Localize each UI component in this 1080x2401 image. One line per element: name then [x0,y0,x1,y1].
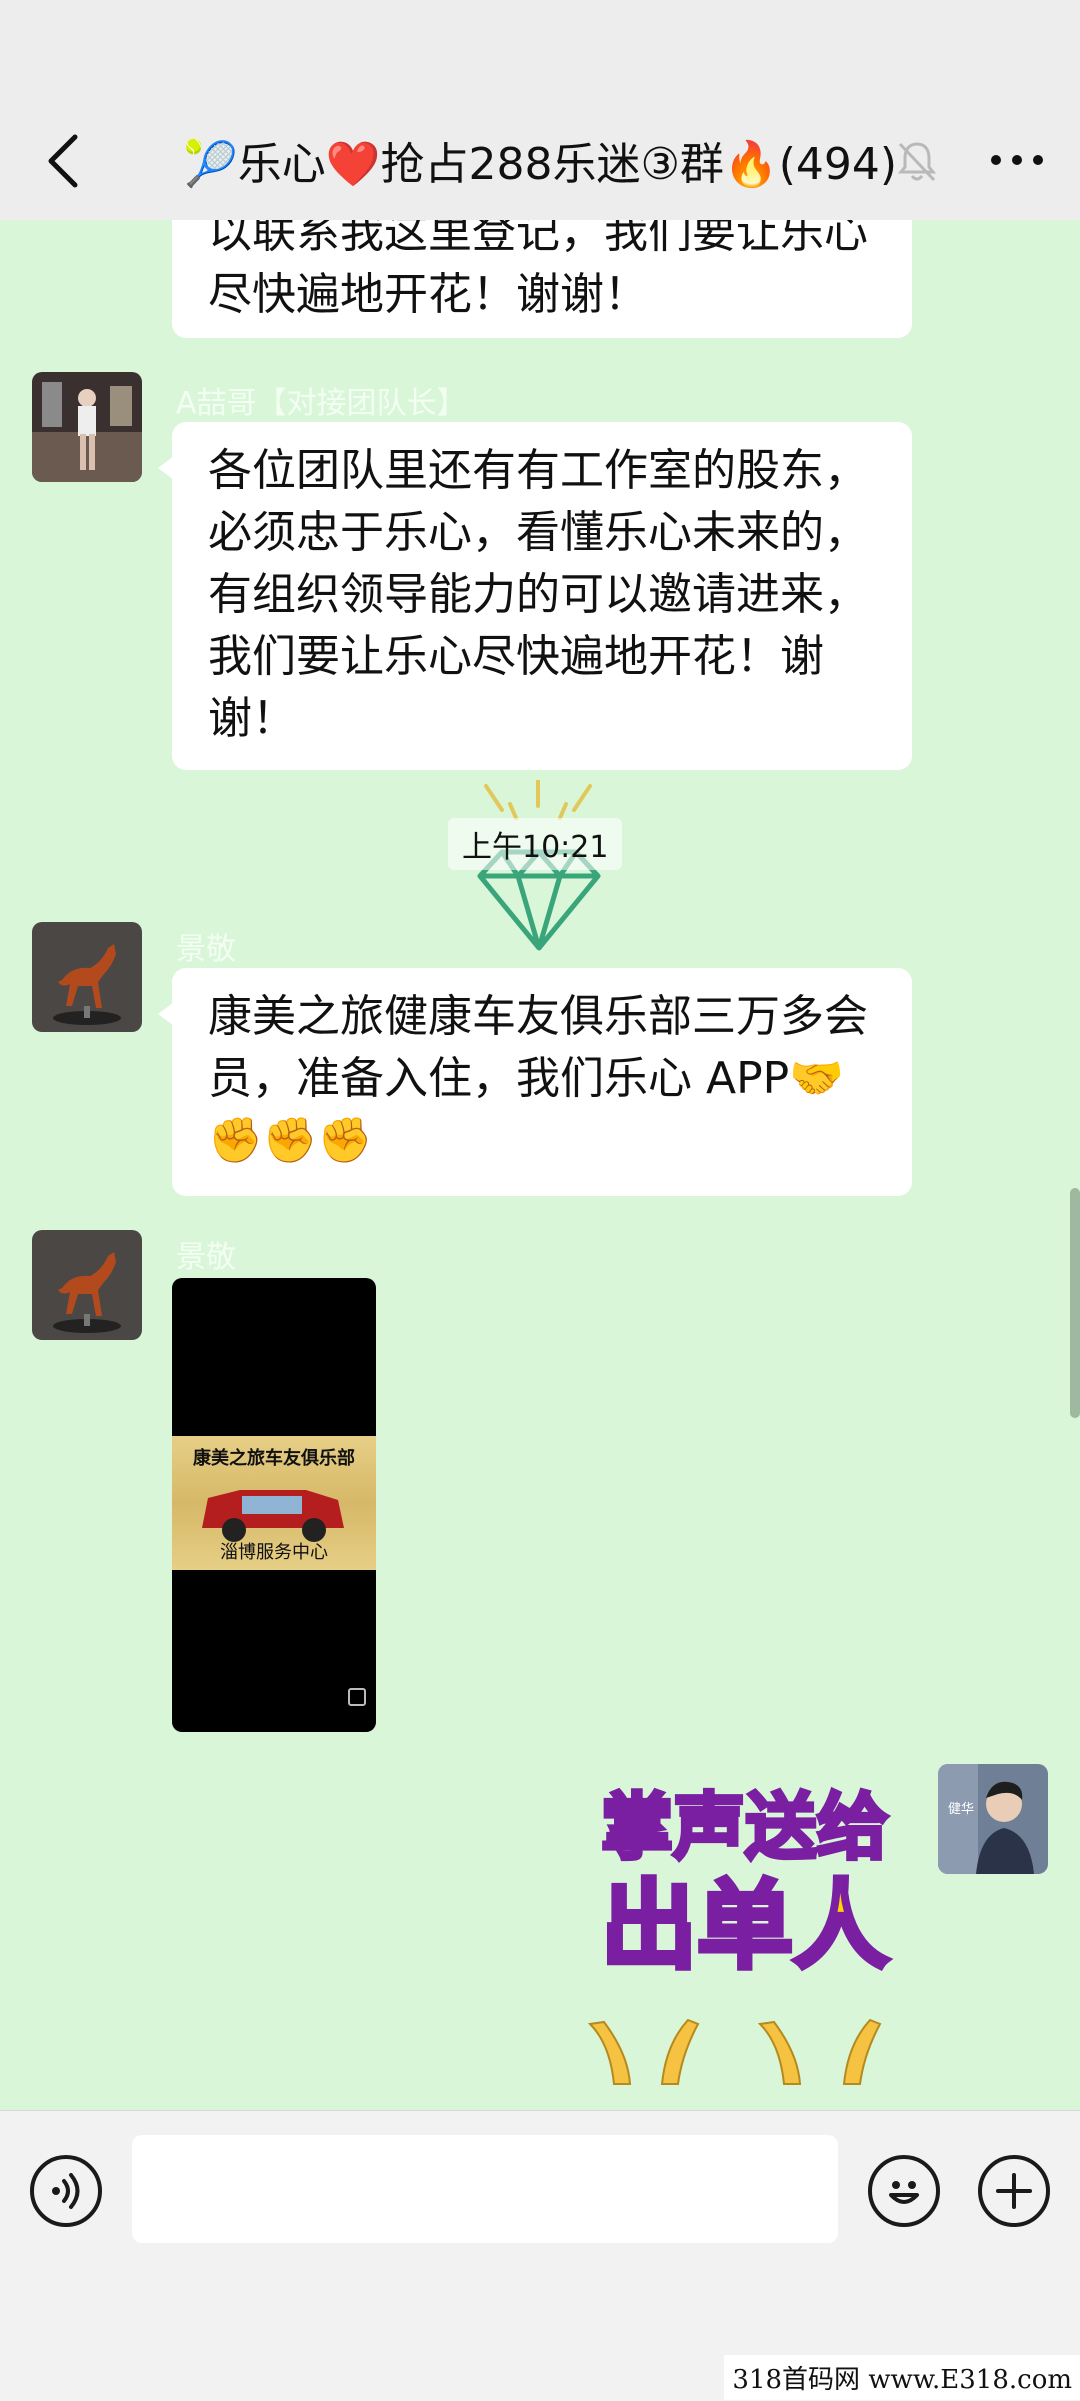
status-bar [0,0,1080,100]
more-dots-icon [991,155,1043,165]
sticker-message[interactable]: 掌声送给 出单人 [570,1768,910,2110]
timestamp-divider: 上午10:21 [440,778,640,960]
emoji-face-icon [889,2181,919,2204]
back-button[interactable] [28,126,98,196]
message-timestamp: 上午10:21 [448,818,623,870]
back-arrow-icon [48,134,78,188]
avatar-text: 健华 [948,1802,975,1817]
avatar[interactable] [32,1230,142,1340]
message-bubble[interactable]: 各位团队里还有有工作室的股东， 必须忠于乐心，看懂乐心未来的， 有组织领导能力的… [158,422,912,770]
sender-name: A喆哥【对接团队长】 [176,386,467,421]
message-text-line: 谢！ [208,693,296,744]
chat-title: 🎾乐心❤️抢占288乐迷③群🔥(494) [182,139,898,190]
message-text-line: 我们要让乐心尽快遍地开花！谢 [208,631,824,682]
diamond-icon [477,778,601,951]
sender-name: 景敬 [176,932,236,967]
voice-icon [52,2173,80,2209]
message-text-line: 各位团队里还有有工作室的股东， [208,445,868,496]
more-functions-button[interactable] [978,2155,1050,2227]
message-text-line: 以联系我这里登记，我们要让乐心 [208,220,868,258]
chat-area[interactable]: 以联系我这里登记，我们要让乐心 尽快遍地开花！谢谢！ A喆哥【对接团队长】 各位… [0,220,1080,2110]
more-options-button[interactable] [982,130,1052,190]
club-banner: 康美之旅车友俱乐部 淄博服务中心 [172,1436,376,1570]
image-message[interactable]: 康美之旅车友俱乐部 淄博服务中心 [172,1278,376,1732]
voice-input-button[interactable] [30,2155,102,2227]
mute-bell-icon [897,142,937,182]
avatar[interactable]: 健华 [938,1764,1048,1874]
clapping-hands-icon [587,2018,882,2085]
message-bubble[interactable]: 康美之旅健康车友俱乐部三万多会 员，准备入住，我们乐心 APP🤝 ✊✊✊ [158,968,912,1196]
message-text-line: 员，准备入住，我们乐心 APP🤝 [208,1053,844,1104]
video-badge-icon [348,1688,366,1706]
sticker-text-line: 出单人 [599,1868,892,1985]
message-text-line: 有组织领导能力的可以邀请进来， [208,569,868,620]
emoji-button[interactable] [868,2155,940,2227]
avatar[interactable] [32,922,142,1032]
sender-name: 景敬 [176,1240,236,1275]
message-text-line: 康美之旅健康车友俱乐部三万多会 [208,991,868,1042]
plus-icon [996,2173,1032,2209]
message-bubble[interactable]: 以联系我这里登记，我们要让乐心 尽快遍地开花！谢谢！ [172,220,912,338]
avatar[interactable] [32,372,142,482]
club-name-text: 康美之旅车友俱乐部 [193,1448,355,1469]
nav-bar: 🎾乐心❤️抢占288乐迷③群🔥(494) [0,100,1080,220]
watermark: 318首码网 www.E318.com [724,2355,1080,2400]
message-text-line: ✊✊✊ [208,1115,373,1166]
chat-scrollbar[interactable] [1070,1188,1080,1418]
message-input[interactable] [132,2135,838,2243]
message-text-line: 尽快遍地开花！谢谢！ [208,269,648,320]
club-caption-text: 淄博服务中心 [220,1542,328,1563]
message-text-line: 必须忠于乐心，看懂乐心未来的， [208,507,868,558]
